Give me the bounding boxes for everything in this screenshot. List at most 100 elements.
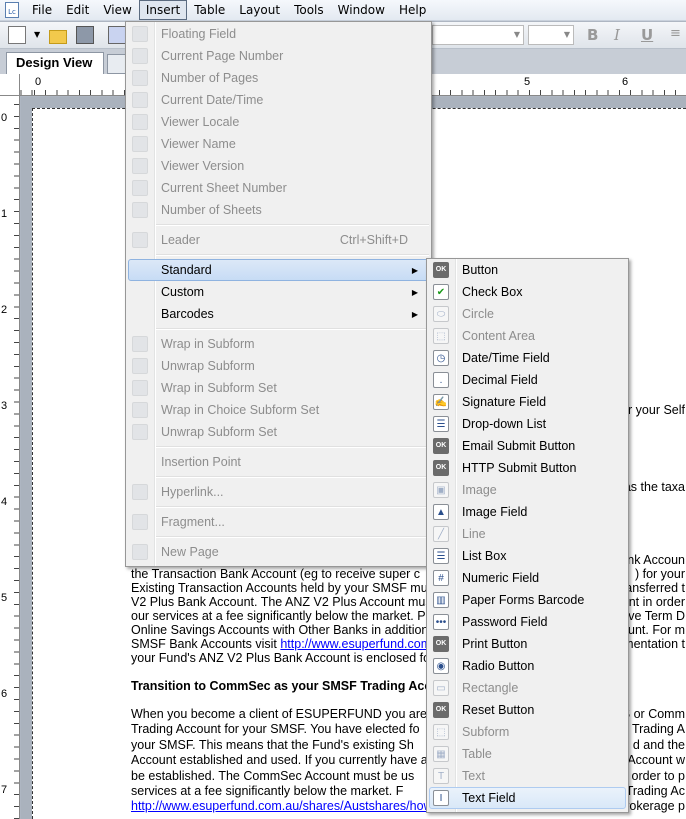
menu-item-content-area[interactable]: ⬚ Content Area [429,325,626,347]
doc-link[interactable]: http://www.esuperfund.com [280,637,431,651]
menu-item-floating-field[interactable]: Floating Field [128,23,429,45]
menu-item-label: Reset Button [462,703,535,717]
doc-link[interactable]: http://www.esuperfund.com.au/shares/Aust… [131,799,435,813]
menu-item-hyperlink[interactable]: Hyperlink... [128,481,429,503]
viewer-version-icon [132,158,148,174]
menu-item-number-of-pages[interactable]: Number of Pages [128,67,429,89]
menu-item-leader[interactable]: Leader Ctrl+Shift+D [128,229,429,251]
menu-item-viewer-locale[interactable]: Viewer Locale [128,111,429,133]
menu-separator [156,325,431,333]
http-submit-icon: OK [433,460,449,476]
unwrap-subform-icon [132,358,148,374]
menu-edit[interactable]: Edit [59,0,96,20]
menu-item-date-time-field[interactable]: ◷ Date/Time Field [429,347,626,369]
insert-menu: Floating Field Current Page Number Number … [125,21,432,567]
menu-item-list-box[interactable]: ☰ List Box [429,545,626,567]
menu-item-label: Current Date/Time [161,93,264,107]
menu-item-unwrap-subform-set[interactable]: Unwrap Subform Set [128,421,429,443]
menu-item-label: Unwrap Subform Set [161,425,278,439]
menu-file[interactable]: File [25,0,59,20]
menu-item-insertion-point[interactable]: Insertion Point [128,451,429,473]
radio-button-icon: ◉ [433,658,449,674]
doc-text-line: your Fund's ANZ V2 Plus Bank Account is … [131,651,434,665]
menu-item-label: Text Field [462,791,516,805]
align-icon[interactable]: ≡ [670,26,684,44]
menu-layout[interactable]: Layout [232,0,287,20]
menu-item-viewer-name[interactable]: Viewer Name [128,133,429,155]
tab-design-view[interactable]: Design View [6,52,104,74]
menu-item-wrap-in-subform[interactable]: Wrap in Subform [128,333,429,355]
menu-item-barcodes[interactable]: Barcodes ▶ [128,303,429,325]
menu-separator [156,533,431,541]
menu-item-print-button[interactable]: OK Print Button [429,633,626,655]
underline-icon[interactable]: U [641,26,659,44]
menu-item-image[interactable]: ▣ Image [429,479,626,501]
text-icon: T [433,768,449,784]
italic-icon[interactable]: I [614,26,632,44]
doc-text: your SMSF. This means that the Fund's ex… [131,737,414,752]
menu-window[interactable]: Window [331,0,392,20]
menu-item-new-page[interactable]: New Page [128,541,429,563]
menu-item-label: Numeric Field [462,571,540,585]
menu-table[interactable]: Table [187,0,232,20]
menu-item-check-box[interactable]: ✔ Check Box [429,281,626,303]
font-size-select[interactable]: ▼ [528,25,574,45]
menu-item-standard[interactable]: Standard ▶ [128,259,429,281]
menu-item-text-field[interactable]: I Text Field [429,787,626,809]
menu-item-current-date-time[interactable]: Current Date/Time [128,89,429,111]
new-document-icon[interactable] [8,26,26,44]
menu-item-text[interactable]: T Text [429,765,626,787]
menu-item-signature-field[interactable]: ✍ Signature Field [429,391,626,413]
menu-item-wrap-in-subform-set[interactable]: Wrap in Subform Set [128,377,429,399]
menu-item-numeric-field[interactable]: # Numeric Field [429,567,626,589]
menu-help[interactable]: Help [392,0,433,20]
new-dropdown-icon[interactable]: ▼ [34,26,42,44]
menu-item-image-field[interactable]: ▲ Image Field [429,501,626,523]
menu-item-table[interactable]: ▦ Table [429,743,626,765]
font-name-select[interactable]: ▼ [432,25,524,45]
fragment-icon [132,514,148,530]
doc-text: SMSF Bank Accounts visit [131,637,281,651]
menu-item-button[interactable]: OK Button [429,259,626,281]
menu-item-decimal-field[interactable]: . Decimal Field [429,369,626,391]
menu-item-unwrap-subform[interactable]: Unwrap Subform [128,355,429,377]
menu-item-email-submit-button[interactable]: OK Email Submit Button [429,435,626,457]
save-icon[interactable] [76,26,94,44]
ruler-label: 1 [1,208,8,220]
menu-item-label: Viewer Locale [161,115,240,129]
menu-item-label: Standard [161,263,212,277]
new-page-icon [132,544,148,560]
preview-icon[interactable] [108,26,126,44]
doc-text-fragment: as the taxa [623,480,685,494]
menu-item-circle[interactable]: ⬭ Circle [429,303,626,325]
menu-item-viewer-version[interactable]: Viewer Version [128,155,429,177]
menu-item-label: Hyperlink... [161,485,224,499]
menu-item-drop-down-list[interactable]: ☰ Drop-down List [429,413,626,435]
menu-item-http-submit-button[interactable]: OK HTTP Submit Button [429,457,626,479]
menu-item-reset-button[interactable]: OK Reset Button [429,699,626,721]
tab-xml-source[interactable] [107,54,127,74]
email-submit-icon: OK [433,438,449,454]
menu-item-fragment[interactable]: Fragment... [128,511,429,533]
menu-item-current-sheet-number[interactable]: Current Sheet Number [128,177,429,199]
menu-tools[interactable]: Tools [287,0,331,20]
bold-icon[interactable]: B [587,26,605,44]
menu-view[interactable]: View [96,0,138,20]
menu-item-custom[interactable]: Custom ▶ [128,281,429,303]
wrap-subform-set-icon [132,380,148,396]
menu-insert[interactable]: Insert [138,0,188,20]
menu-item-paper-forms-barcode[interactable]: ▥ Paper Forms Barcode [429,589,626,611]
menu-item-radio-button[interactable]: ◉ Radio Button [429,655,626,677]
list-box-icon: ☰ [433,548,449,564]
menu-item-current-page-number[interactable]: Current Page Number [128,45,429,67]
doc-text-fragment: r your Self [628,403,685,417]
menu-bar: Lc File Edit View Insert Table Layout Tools Win… [0,0,686,21]
menu-item-line[interactable]: ╱ Line [429,523,626,545]
menu-item-rectangle[interactable]: ▭ Rectangle [429,677,626,699]
menu-item-number-of-sheets[interactable]: Number of Sheets [128,199,429,221]
menu-item-subform[interactable]: ⬚ Subform [429,721,626,743]
open-folder-icon[interactable] [49,30,67,44]
menu-item-password-field[interactable]: ••• Password Field [429,611,626,633]
menu-item-wrap-in-choice-subform-set[interactable]: Wrap in Choice Subform Set [128,399,429,421]
menu-item-label: Number of Pages [161,71,259,85]
